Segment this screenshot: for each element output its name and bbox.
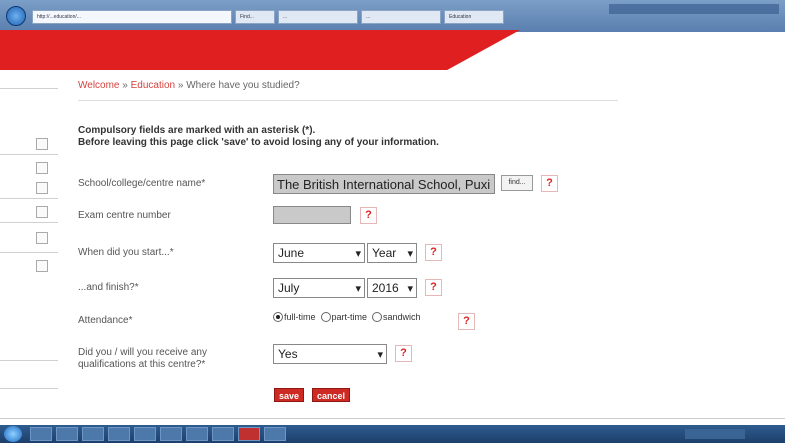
taskbar-item[interactable] xyxy=(186,427,208,441)
browser-tab-1[interactable]: http://...education/... xyxy=(32,10,232,24)
start-year-value: Year xyxy=(372,246,397,260)
brand-banner xyxy=(0,30,520,70)
taskbar-item[interactable] xyxy=(134,427,156,441)
system-tray[interactable] xyxy=(685,429,745,439)
radio-sandwich[interactable]: sandwich xyxy=(372,312,421,322)
chevron-down-icon: ▾ xyxy=(355,248,361,260)
taskbar xyxy=(0,425,785,443)
notice-line-1: Compulsory fields are marked with an ast… xyxy=(78,125,316,136)
save-button[interactable]: save xyxy=(274,388,305,402)
header-divider xyxy=(78,100,618,101)
breadcrumb-current: Where have you studied? xyxy=(186,80,300,91)
attendance-label: Attendance* xyxy=(78,315,133,326)
browser-tab-4[interactable]: ... xyxy=(361,10,441,24)
breadcrumb-separator: » xyxy=(119,80,131,91)
find-button[interactable]: find... xyxy=(501,175,533,191)
taskbar-item[interactable] xyxy=(82,427,104,441)
school-help-icon[interactable]: ? xyxy=(541,175,558,192)
radio-label: full-time xyxy=(284,312,316,322)
qualifications-value: Yes xyxy=(278,347,298,361)
taskbar-item[interactable] xyxy=(108,427,130,441)
exam-centre-label: Exam centre number xyxy=(78,210,171,221)
rail-checkbox[interactable] xyxy=(36,206,48,218)
radio-dot[interactable] xyxy=(273,312,283,322)
chevron-down-icon: ▾ xyxy=(407,248,413,260)
finish-year-value: 2016 xyxy=(372,281,399,295)
rail-checkbox[interactable] xyxy=(36,182,48,194)
footer-divider xyxy=(0,418,785,419)
cancel-button[interactable]: cancel xyxy=(312,388,351,402)
rail-checkbox[interactable] xyxy=(36,138,48,150)
radio-part-time[interactable]: part-time xyxy=(320,312,368,322)
school-name-input[interactable]: The British International School, Puxi xyxy=(273,174,495,194)
start-month-select[interactable]: June ▾ xyxy=(273,243,365,263)
radio-label: sandwich xyxy=(383,312,421,322)
left-rail xyxy=(0,70,60,430)
finish-year-select[interactable]: 2016 ▾ xyxy=(367,278,417,298)
finish-month-value: July xyxy=(278,281,300,295)
breadcrumb-education[interactable]: Education xyxy=(131,80,175,91)
breadcrumb-separator: » xyxy=(175,80,187,91)
back-button[interactable] xyxy=(6,6,26,26)
chevron-down-icon: ▾ xyxy=(377,349,383,361)
exam-centre-help-icon[interactable]: ? xyxy=(360,207,377,224)
browser-tab-3[interactable]: ... xyxy=(278,10,358,24)
rail-checkbox[interactable] xyxy=(36,260,48,272)
attendance-radio-group: full-time part-time sandwich xyxy=(273,312,421,322)
rail-divider xyxy=(0,198,58,199)
radio-full-time[interactable]: full-time xyxy=(273,312,316,322)
window-title-area xyxy=(609,4,779,14)
chevron-down-icon: ▾ xyxy=(407,283,413,295)
rail-divider xyxy=(0,360,58,361)
taskbar-item[interactable] xyxy=(160,427,182,441)
attendance-help-icon[interactable]: ? xyxy=(458,313,475,330)
rail-divider xyxy=(0,154,58,155)
notice-line-2: Before leaving this page click 'save' to… xyxy=(78,137,439,148)
radio-dot[interactable] xyxy=(320,312,331,322)
start-year-select[interactable]: Year ▾ xyxy=(367,243,417,263)
radio-label: part-time xyxy=(331,312,368,322)
rail-divider xyxy=(0,252,58,253)
taskbar-item[interactable] xyxy=(56,427,78,441)
tab-strip: http://...education/... Find... ... ... … xyxy=(32,10,504,24)
rail-checkbox[interactable] xyxy=(36,232,48,244)
chevron-down-icon: ▾ xyxy=(355,283,361,295)
compulsory-notice: Compulsory fields are marked with an ast… xyxy=(78,125,439,149)
qualifications-label: Did you / will you receive any qualifica… xyxy=(78,347,207,370)
start-month-value: June xyxy=(278,246,305,260)
browser-toolbar: http://...education/... Find... ... ... … xyxy=(0,0,785,32)
start-button[interactable] xyxy=(4,426,22,442)
browser-tab-5[interactable]: Education xyxy=(444,10,504,24)
qualifications-select[interactable]: Yes ▾ xyxy=(273,344,387,364)
taskbar-item[interactable] xyxy=(30,427,52,441)
finish-month-select[interactable]: July ▾ xyxy=(273,278,365,298)
radio-dot[interactable] xyxy=(372,312,383,322)
browser-tab-2[interactable]: Find... xyxy=(235,10,275,24)
exam-centre-input[interactable] xyxy=(273,206,351,224)
taskbar-item[interactable] xyxy=(264,427,286,441)
rail-divider xyxy=(0,222,58,223)
rail-checkbox[interactable] xyxy=(36,162,48,174)
start-help-icon[interactable]: ? xyxy=(425,244,442,261)
start-label: When did you start...* xyxy=(78,247,174,258)
taskbar-item[interactable] xyxy=(212,427,234,441)
finish-help-icon[interactable]: ? xyxy=(425,279,442,296)
school-label: School/college/centre name* xyxy=(78,178,206,189)
rail-divider xyxy=(0,88,58,89)
breadcrumb-welcome[interactable]: Welcome xyxy=(78,80,120,91)
taskbar-item[interactable] xyxy=(238,427,260,441)
finish-label: ...and finish?* xyxy=(78,282,139,293)
rail-divider xyxy=(0,388,58,389)
breadcrumb: Welcome » Education » Where have you stu… xyxy=(78,80,300,91)
qualifications-help-icon[interactable]: ? xyxy=(395,345,412,362)
